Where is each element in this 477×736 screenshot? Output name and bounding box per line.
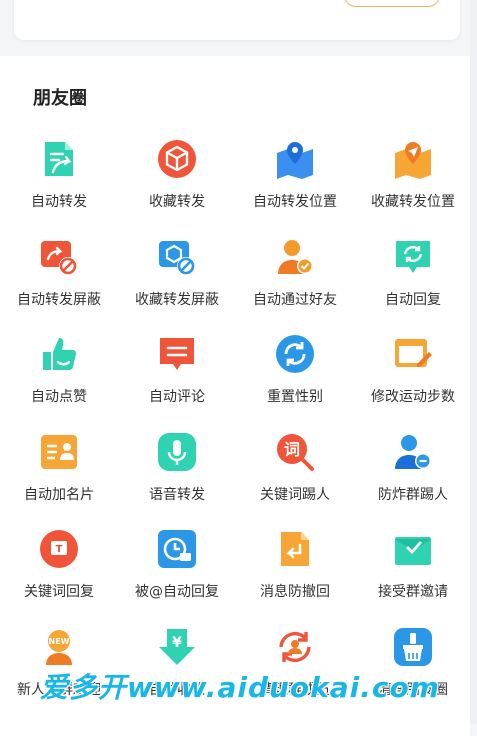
- feature-label: 自动转发: [31, 194, 87, 210]
- auto-add-card-icon: [41, 434, 77, 469]
- feature-label: 重置性别: [267, 389, 323, 405]
- svg-text:T: T: [56, 544, 63, 555]
- feature-label: 关键词回复: [24, 584, 94, 600]
- keyword-reply-icon: T: [40, 530, 78, 568]
- new-member-welcome-icon: NEW: [46, 629, 72, 665]
- feature-keyword-kick[interactable]: 词 关键词踢人: [236, 422, 354, 520]
- svg-text:¥: ¥: [172, 635, 182, 651]
- feature-grid: 自动转发 收藏转发 自动转发位置 收藏转发位置 自动转发屏蔽 收藏转发屏蔽 自动…: [0, 129, 470, 714]
- svg-text:词: 词: [284, 440, 300, 459]
- feature-auto-forward-location[interactable]: 自动转发位置: [236, 129, 354, 227]
- favorite-forward-block-icon: [159, 240, 195, 275]
- feature-label: 接受群邀请: [378, 584, 448, 600]
- feature-auto-add-card[interactable]: 自动加名片: [0, 422, 118, 520]
- auto-comment-icon: [160, 338, 194, 370]
- feature-auto-forward-block[interactable]: 自动转发屏蔽: [0, 227, 118, 325]
- clean-group-members-icon: [279, 631, 311, 662]
- anti-raid-kick-icon: [395, 434, 431, 469]
- feature-label: 自动回复: [385, 291, 441, 308]
- keyword-kick-icon: 词: [277, 433, 314, 471]
- mention-auto-reply-icon: [158, 530, 196, 568]
- feature-mention-auto-reply[interactable]: 被@自动回复: [118, 519, 236, 617]
- feature-label: 收藏转发屏蔽: [135, 291, 219, 308]
- feature-label: 消息防撤回: [260, 584, 330, 600]
- feature-anti-recall[interactable]: 消息防撤回: [236, 519, 354, 617]
- auto-forward-block-icon: [41, 240, 77, 275]
- feature-auto-like[interactable]: 自动点赞: [0, 324, 118, 422]
- feature-favorite-forward[interactable]: 收藏转发: [118, 129, 236, 227]
- feature-favorite-forward-location[interactable]: 收藏转发位置: [354, 129, 472, 227]
- feature-keyword-reply[interactable]: T 关键词回复: [0, 519, 118, 617]
- feature-label: 自动转发位置: [253, 194, 337, 210]
- feature-label: 自动转发屏蔽: [17, 291, 101, 308]
- feature-reset-gender[interactable]: 重置性别: [236, 324, 354, 422]
- voice-forward-icon: [158, 432, 196, 471]
- feature-auto-reply[interactable]: 自动回复: [354, 227, 472, 325]
- feature-auto-comment[interactable]: 自动评论: [118, 324, 236, 422]
- auto-forward-location-icon: [277, 142, 313, 179]
- feature-auto-accept-friend[interactable]: 自动通过好友: [236, 227, 354, 325]
- svg-text:NEW: NEW: [49, 637, 70, 646]
- clean-moments-icon: [394, 627, 432, 666]
- feature-label: 收藏转发位置: [371, 194, 455, 210]
- moments-panel: 朋友圈 自动转发 收藏转发 自动转发位置 收藏转发位置 自动转发屏蔽 收藏转发屏…: [0, 56, 470, 736]
- feature-auto-forward[interactable]: 自动转发: [0, 129, 118, 227]
- feature-label: 自动评论: [149, 389, 205, 405]
- feature-label: 修改运动步数: [371, 389, 455, 405]
- feature-accept-group-invite[interactable]: 接受群邀请: [354, 519, 472, 617]
- auto-accept-friend-icon: [278, 239, 313, 274]
- section-title: 朋友圈: [33, 88, 87, 109]
- edit-steps-icon: [395, 339, 432, 367]
- auto-like-icon: [43, 338, 76, 370]
- feature-edit-steps[interactable]: 修改运动步数: [354, 324, 472, 422]
- watermark: 爱多开www.aiduokai.com: [40, 671, 440, 704]
- feature-label: 自动通过好友: [253, 291, 337, 308]
- auto-reply-icon: [396, 240, 430, 273]
- feature-voice-forward[interactable]: 语音转发: [118, 422, 236, 520]
- anti-recall-icon: [281, 532, 309, 566]
- feature-label: 关键词踢人: [260, 486, 330, 503]
- auto-forward-icon: [45, 142, 73, 176]
- favorite-forward-icon: [158, 140, 196, 178]
- right-edge: [470, 0, 477, 724]
- reset-gender-icon: [276, 335, 314, 373]
- accept-group-invite-icon: [395, 537, 431, 565]
- auto-collect-icon: ¥: [159, 628, 195, 665]
- feature-anti-raid-kick[interactable]: 防炸群踢人: [354, 422, 472, 520]
- feature-label: 自动加名片: [24, 486, 94, 503]
- feature-favorite-forward-block[interactable]: 收藏转发屏蔽: [118, 227, 236, 325]
- feature-label: 自动点赞: [31, 389, 87, 405]
- feature-label: 被@自动回复: [135, 584, 219, 600]
- feature-label: 语音转发: [149, 486, 205, 503]
- previous-card-button[interactable]: [344, 0, 440, 7]
- feature-label: 防炸群踢人: [378, 486, 448, 503]
- previous-card: [14, 0, 460, 40]
- favorite-forward-location-icon: [395, 142, 431, 179]
- feature-label: 收藏转发: [149, 194, 205, 210]
